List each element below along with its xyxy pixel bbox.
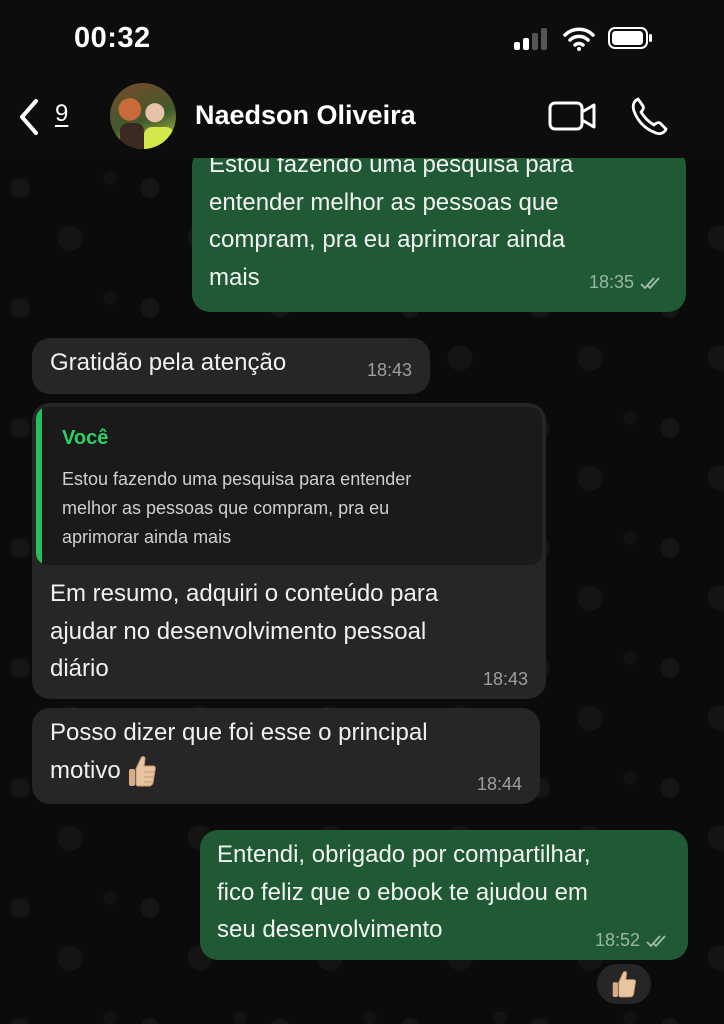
wifi-icon <box>563 27 595 51</box>
message-meta: 18:52 <box>595 930 670 951</box>
contact-name[interactable]: Naedson Oliveira <box>195 100 416 131</box>
thumbs-up-icon <box>612 971 637 998</box>
thumbs-up-icon <box>128 756 156 787</box>
message-time: 18:52 <box>594 930 640 950</box>
status-time: 00:32 <box>74 22 151 54</box>
message-outgoing[interactable]: Entendi, obrigado por compartilhar, fico… <box>200 830 688 960</box>
message-outgoing[interactable]: Estou fazendo uma pesquisa para entender… <box>192 158 686 312</box>
message-meta: 18:35 <box>589 272 664 293</box>
unread-count[interactable]: 9 <box>55 100 68 128</box>
top-bar: 00:32 9 Naedson Oliveira <box>0 0 724 158</box>
avatar[interactable] <box>110 83 176 149</box>
signal-icon <box>514 28 550 50</box>
message-text: Gratidão pela atenção <box>50 349 287 376</box>
message-time: 18:44 <box>476 774 522 794</box>
message-incoming[interactable]: Gratidão pela atenção 18:43 <box>32 338 430 394</box>
quoted-message[interactable]: Você Estou fazendo uma pesquisa para ent… <box>36 407 542 565</box>
video-call-icon[interactable] <box>548 99 596 133</box>
message-text: Posso dizer que foi esse o principal mot… <box>50 719 428 784</box>
phone-call-icon[interactable] <box>630 96 668 136</box>
message-time: 18:35 <box>588 272 634 292</box>
quote-accent-bar <box>36 407 42 565</box>
back-chevron-icon[interactable] <box>14 95 44 139</box>
message-time: 18:43 <box>366 360 412 380</box>
quote-text: Estou fazendo uma pesquisa para entender… <box>62 469 412 547</box>
quote-author: Você <box>62 427 109 449</box>
battery-icon <box>608 27 652 49</box>
message-incoming[interactable]: Posso dizer que foi esse o principal mot… <box>32 708 540 804</box>
message-body: Posso dizer que foi esse o principal mot… <box>50 714 530 789</box>
message-text: Em resumo, adquiri o conteúdo para ajuda… <box>50 580 439 682</box>
message-incoming-reply[interactable]: Você Estou fazendo uma pesquisa para ent… <box>32 403 546 699</box>
read-ticks-icon <box>646 934 666 947</box>
message-time: 18:43 <box>482 669 528 689</box>
message-reaction[interactable] <box>594 961 654 1007</box>
chat-area[interactable]: Estou fazendo uma pesquisa para entender… <box>0 158 724 1024</box>
read-ticks-icon <box>640 276 660 289</box>
